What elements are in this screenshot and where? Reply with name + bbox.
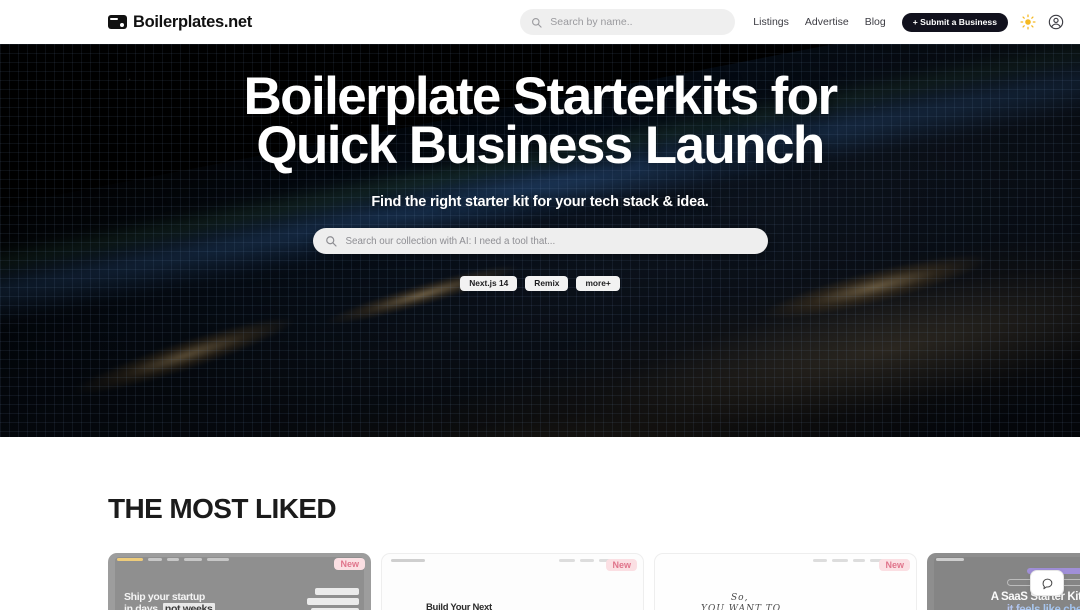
- search-icon: [532, 17, 542, 28]
- card-headline-highlight: not weeks: [162, 603, 215, 610]
- card-nav-strip: [927, 553, 1080, 566]
- tag-more[interactable]: more+: [576, 276, 620, 291]
- page-title: Boilerplate Starterkits for Quick Busine…: [243, 67, 839, 175]
- tag-filter-row: Next.js 14 Remix more+: [460, 276, 620, 291]
- status-badge: New: [879, 559, 910, 571]
- ai-search-placeholder: Search our collection with AI: I need a …: [345, 235, 556, 247]
- hero-section: Boilerplate Starterkits for Quick Busine…: [0, 44, 1080, 437]
- listing-card[interactable]: New So, YOU WANT TO: [654, 553, 917, 610]
- status-badge: New: [334, 558, 365, 570]
- tag-remix[interactable]: Remix: [525, 276, 569, 291]
- card-grid: New Ship your startup in days, not weeks: [108, 553, 1080, 610]
- account-button[interactable]: [1048, 14, 1064, 30]
- card-handwritten-line1: So,: [731, 593, 749, 603]
- listing-card[interactable]: New Build Your Next: [381, 553, 644, 610]
- brand-logo[interactable]: Boilerplates.net: [108, 13, 252, 32]
- card-handwritten-line2: YOU WANT TO: [701, 604, 782, 610]
- search-placeholder: Search by name..: [550, 16, 633, 28]
- hero-subtitle: Find the right starter kit for your tech…: [371, 194, 709, 210]
- ai-search-input[interactable]: Search our collection with AI: I need a …: [312, 228, 768, 254]
- nav-link-blog[interactable]: Blog: [865, 16, 886, 28]
- card-headline-line2a: in days,: [124, 603, 161, 610]
- chat-bubble-icon: [1042, 578, 1052, 589]
- card-headline: Ship your startup in days, not weeks: [124, 591, 215, 610]
- primary-nav: Listings Advertise Blog: [753, 16, 885, 28]
- card-nav-strip: [382, 554, 643, 567]
- search-icon: [325, 236, 337, 247]
- site-header: Boilerplates.net Search by name.. Listin…: [0, 0, 1080, 44]
- listing-card[interactable]: New Ship your startup in days, not weeks: [108, 553, 371, 610]
- card-headline-line1: Ship your startup: [124, 591, 205, 603]
- card-headline: Build Your Next: [426, 602, 492, 610]
- brand-name: Boilerplates.net: [133, 12, 252, 31]
- most-liked-section: THE MOST LIKED New Ship your startup in …: [0, 437, 1080, 610]
- tag-nextjs-14[interactable]: Next.js 14: [460, 276, 518, 291]
- nav-link-advertise[interactable]: Advertise: [805, 16, 849, 28]
- section-title: THE MOST LIKED: [108, 493, 337, 524]
- chat-widget-button[interactable]: [1030, 570, 1064, 596]
- card-logo-icon: [108, 15, 127, 29]
- card-nav-strip: [655, 554, 916, 567]
- card-nav-strip: [108, 553, 371, 566]
- user-circle-icon: [1048, 14, 1064, 30]
- card-handwritten-text: So, YOU WANT TO: [701, 593, 781, 610]
- nav-link-listings[interactable]: Listings: [753, 16, 789, 28]
- card-headline-line2: it feels like cheating.: [927, 604, 1080, 610]
- status-badge: New: [606, 559, 637, 571]
- submit-business-button[interactable]: + Submit a Business: [901, 12, 1008, 32]
- card-tech-logos: [307, 588, 359, 610]
- search-input[interactable]: Search by name..: [520, 9, 736, 35]
- theme-toggle-button[interactable]: [1020, 14, 1036, 30]
- hero-content: Boilerplate Starterkits for Quick Busine…: [0, 44, 1080, 291]
- sun-icon: [1020, 14, 1036, 30]
